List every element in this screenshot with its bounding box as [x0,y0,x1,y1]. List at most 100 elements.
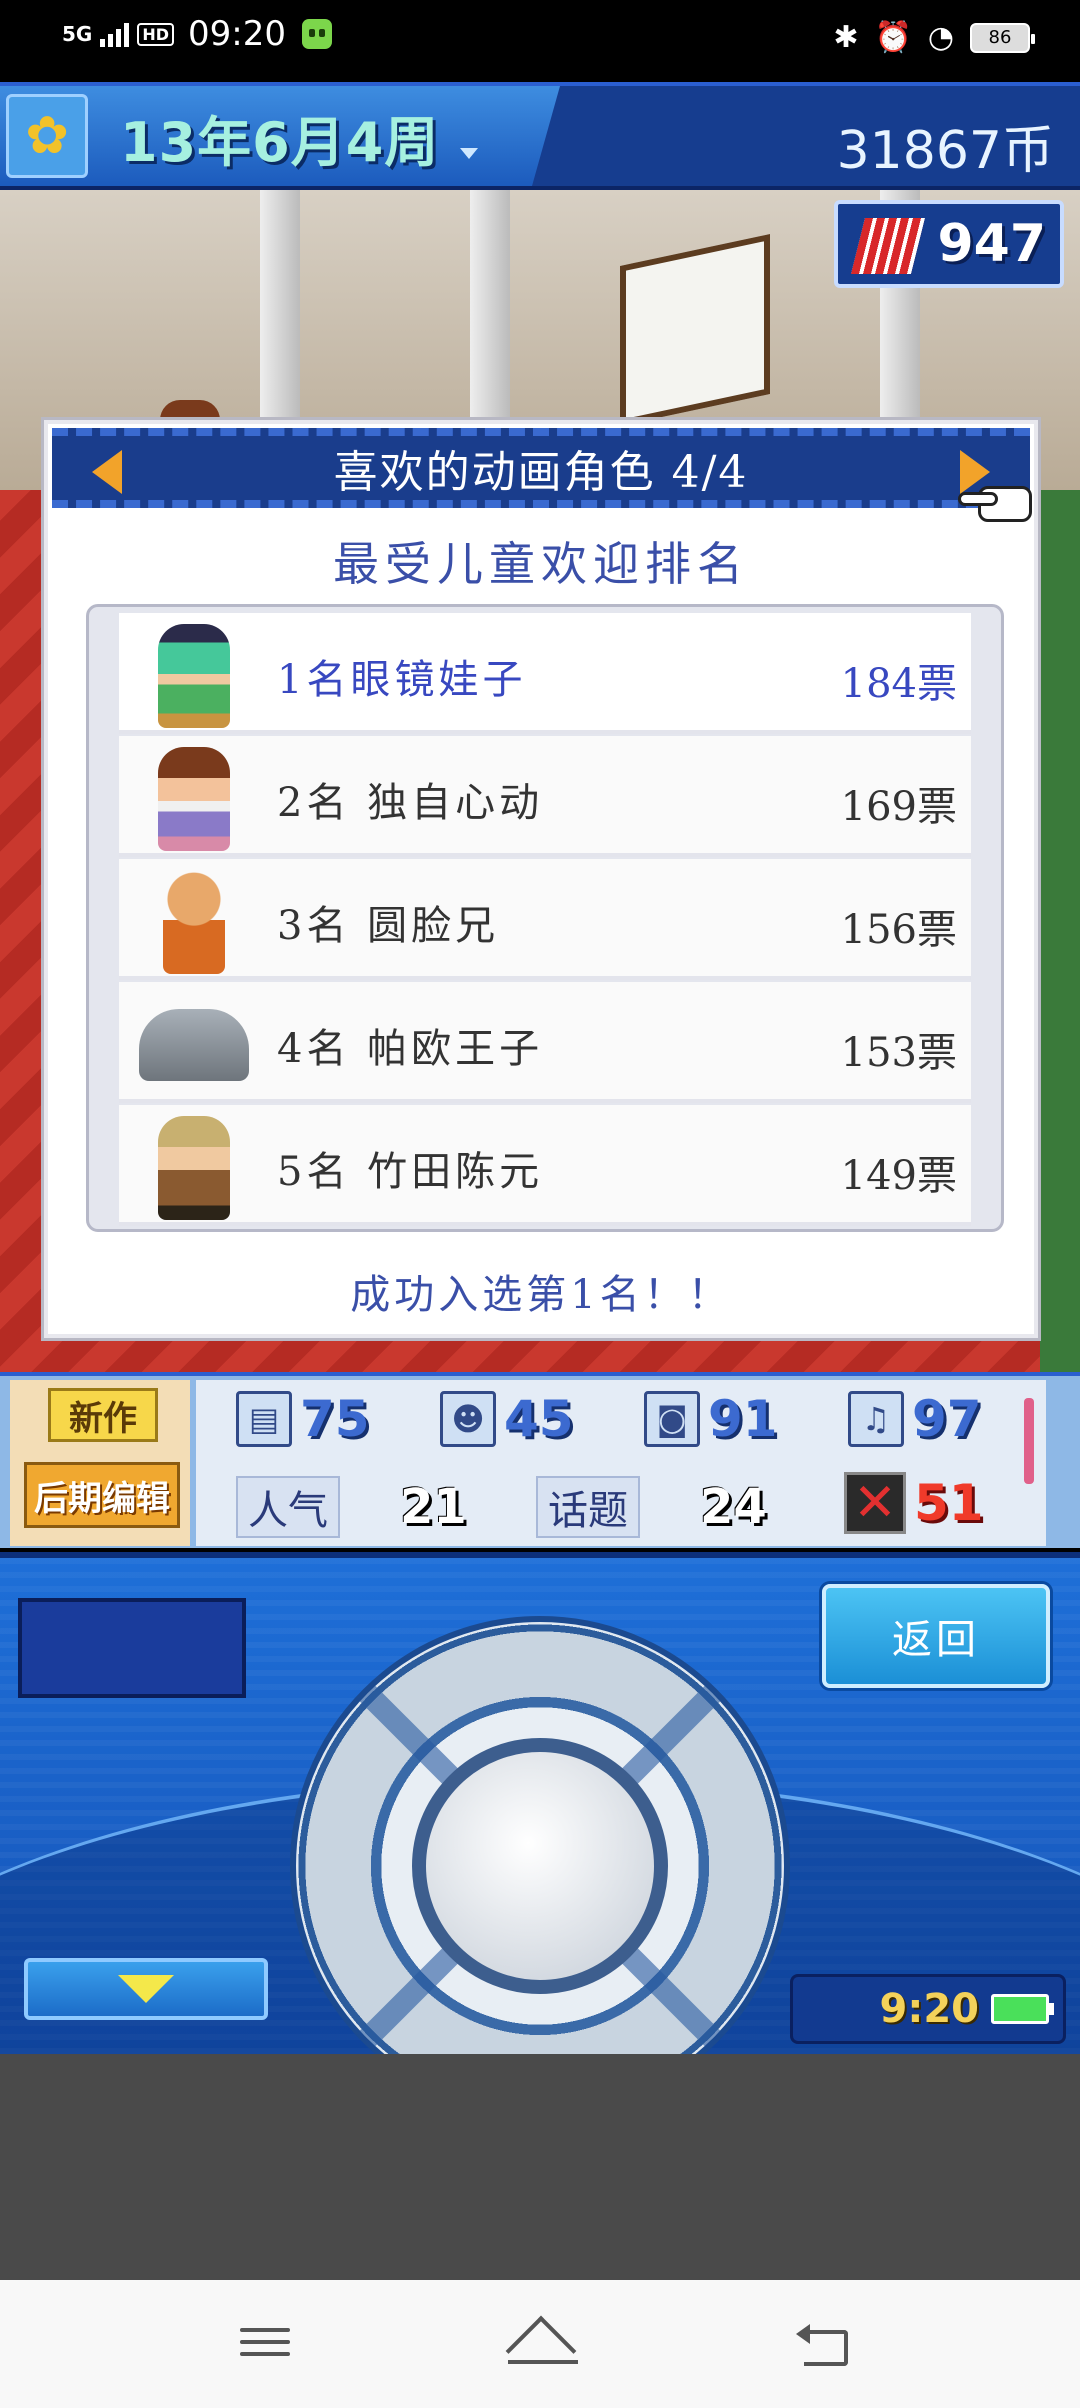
script-value: 75 [300,1390,370,1448]
signal-icon [100,21,130,47]
sunflower-icon: ✿ [25,106,69,166]
glasses-kid-sprite [158,624,230,728]
topic-label: 话题 [536,1476,640,1538]
system-status-bar: 5G HD 09:20 ✱ ⏰ ◔ 86 [0,0,1080,82]
stats-grid: ▤ 75 ☻ 45 ◙ 91 ♫ 97 人气 21 话题 24 ✕ 51 [196,1380,1046,1546]
game-top-bar: ✿ 13年6月4周 31867币 [0,82,1080,190]
stat-cast: ☻ 45 [440,1390,574,1448]
stat-bugs: ✕ 51 [844,1472,984,1534]
rank-name: 1名眼镜娃子 [277,657,527,703]
wifi-icon: ◔ [927,20,954,55]
character-avatar [139,990,249,1100]
ranking-row[interactable]: 5名 竹田陈元 149票 [119,1105,971,1226]
result-message: 成功入选第1名！！ [350,1272,732,1318]
back-button[interactable]: 返回 [822,1584,1050,1688]
ranking-row[interactable]: 4名 帕欧王子 153票 [119,982,971,1103]
ranking-row[interactable]: 1名眼镜娃子 184票 [119,613,971,734]
character-avatar [139,1113,249,1223]
dial-center-button[interactable] [412,1738,668,1994]
stat-camera: ◙ 91 [644,1390,778,1448]
popularity-label: 人气 [236,1476,340,1538]
ranking-subtitle: 最受儿童欢迎排名 [333,537,749,591]
game-clock: 9:20 [790,1974,1066,2044]
system-nav-bar [0,2280,1080,2408]
battery-full-icon [991,1994,1054,2024]
game-view: ✿ 13年6月4周 31867币 947 喜欢的动画角色 4/4 最受儿童欢迎排… [0,82,1080,2054]
cast-icon: ☻ [440,1391,496,1447]
character-avatar [139,621,249,731]
script-icon: ▤ [236,1391,292,1447]
ranking-row[interactable]: 2名 独自心动 169票 [119,736,971,857]
chevron-down-icon [460,148,478,159]
rank-votes: 153票 [840,1030,957,1076]
sunflower-menu-button[interactable]: ✿ [6,94,88,178]
topic-value: 24 [700,1479,767,1535]
popularity-value: 21 [400,1479,467,1535]
rank-name: 3名 圆脸兄 [277,903,500,949]
new-work-tag: 新作 [48,1388,158,1442]
stat-topic: 话题 24 [536,1476,767,1538]
rank-votes: 149票 [840,1153,957,1199]
project-stats-panel: 新作 后期编辑 ▤ 75 ☻ 45 ◙ 91 ♫ 97 人气 21 话题 24 … [0,1372,1080,1548]
character-avatar [139,744,249,854]
mini-screen [18,1598,246,1698]
status-time: 09:20 [188,14,286,54]
stat-script: ▤ 75 [236,1390,370,1448]
camera-icon: ◙ [644,1391,700,1447]
hd-badge: HD [137,22,175,46]
bugs-value: 51 [914,1474,984,1532]
music-note-icon: ♫ [848,1391,904,1447]
whiteboard [620,234,770,426]
stat-popularity: 人气 21 [236,1476,467,1538]
menu-icon [240,2328,300,2356]
status-left: 5G HD 09:20 [62,14,332,54]
dialog-header: 喜欢的动画角色 4/4 [52,428,1030,508]
bluetooth-icon: ✱ [833,20,859,55]
ranking-list: 1名眼镜娃子 184票 2名 独自心动 169票 3名 圆脸兄 156票 4名 … [119,613,971,1228]
round-face-sprite [163,870,225,974]
samurai-sprite [158,1116,230,1220]
network-type: 5G [62,22,93,46]
girl-sprite [158,747,230,851]
elephant-sprite [139,1009,249,1081]
scroll-indicator [1024,1398,1034,1484]
dialog-title: 喜欢的动画角色 4/4 [333,447,749,498]
battery-icon: 86 [970,22,1035,53]
bug-x-icon: ✕ [844,1472,906,1534]
rank-name: 4名 帕欧王子 [277,1026,544,1072]
home-button[interactable] [505,2315,578,2387]
app-notification-icon [302,19,332,49]
ranking-dialog: 喜欢的动画角色 4/4 最受儿童欢迎排名 1名眼镜娃子 184票 2名 独自心动… [44,420,1038,1338]
cast-value: 45 [504,1390,574,1448]
nav-back-button[interactable] [796,2320,852,2370]
ticket-icon [851,218,925,274]
post-edit-tag[interactable]: 后期编辑 [24,1462,180,1528]
prev-page-arrow-icon[interactable] [92,450,122,494]
date-panel[interactable]: ✿ 13年6月4周 [0,86,560,186]
alarm-icon: ⏰ [874,20,912,55]
stat-music: ♫ 97 [848,1390,982,1448]
tickets-badge[interactable]: 947 [834,200,1064,288]
project-tags: 新作 后期编辑 [10,1380,190,1546]
pointing-hand-icon [958,482,1034,526]
music-value: 97 [912,1390,982,1448]
money-display: 31867币 [836,121,1054,181]
status-right: ✱ ⏰ ◔ 86 [833,20,1035,55]
collapse-button[interactable] [24,1958,268,2020]
clock-time: 9:20 [879,1986,980,2032]
rank-name: 5名 竹田陈元 [277,1149,544,1195]
triangle-down-icon [118,1975,174,2003]
character-avatar [139,867,249,977]
empty-area [0,2054,1080,2280]
rank-votes: 156票 [840,907,957,953]
rank-votes: 169票 [840,784,957,830]
controller-panel: 返回 9:20 [0,1552,1080,2054]
rank-name: 2名 独自心动 [277,780,544,826]
ranking-list-box: 1名眼镜娃子 184票 2名 独自心动 169票 3名 圆脸兄 156票 4名 … [86,604,1004,1232]
camera-value: 91 [708,1390,778,1448]
game-date: 13年6月4周 [120,111,440,174]
recent-apps-button[interactable] [240,2320,300,2370]
ranking-row[interactable]: 3名 圆脸兄 156票 [119,859,971,980]
ticket-count: 947 [937,214,1046,274]
rank-votes: 184票 [840,661,957,707]
